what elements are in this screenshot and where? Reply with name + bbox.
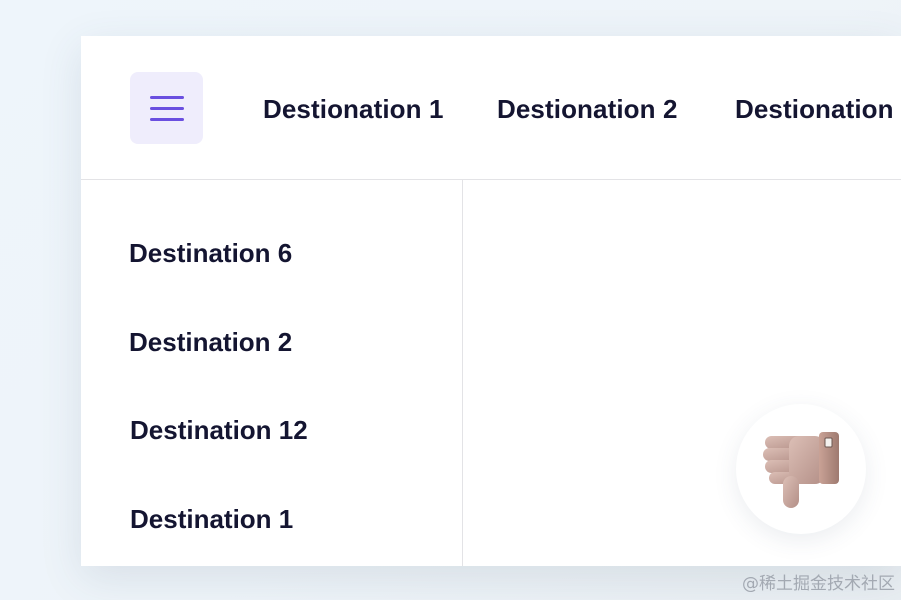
hamburger-menu-icon: [149, 106, 184, 110]
top-nav-link-3[interactable]: Destionation 3: [735, 94, 901, 125]
top-nav-link-2[interactable]: Destionation 2: [497, 94, 678, 125]
sidebar-item-destination-1[interactable]: Destination 1: [130, 504, 293, 535]
sidebar-item-destination-2[interactable]: Destination 2: [129, 327, 292, 358]
top-navigation-bar: Destionation 1 Destionation 2 Destionati…: [81, 36, 901, 180]
sidebar-item-destination-6[interactable]: Destination 6: [129, 238, 292, 269]
top-nav-link-1[interactable]: Destionation 1: [263, 94, 444, 125]
hamburger-menu-icon: [149, 95, 184, 99]
sidebar-item-destination-12[interactable]: Destination 12: [130, 415, 308, 446]
thumbs-down-icon: [763, 432, 839, 508]
hamburger-menu-icon: [149, 117, 184, 121]
watermark-text: @稀土掘金技术社区: [742, 574, 895, 594]
feedback-button[interactable]: [736, 404, 866, 534]
menu-button[interactable]: [130, 72, 203, 144]
sidebar: Destination 6 Destination 2 Destination …: [81, 180, 463, 566]
